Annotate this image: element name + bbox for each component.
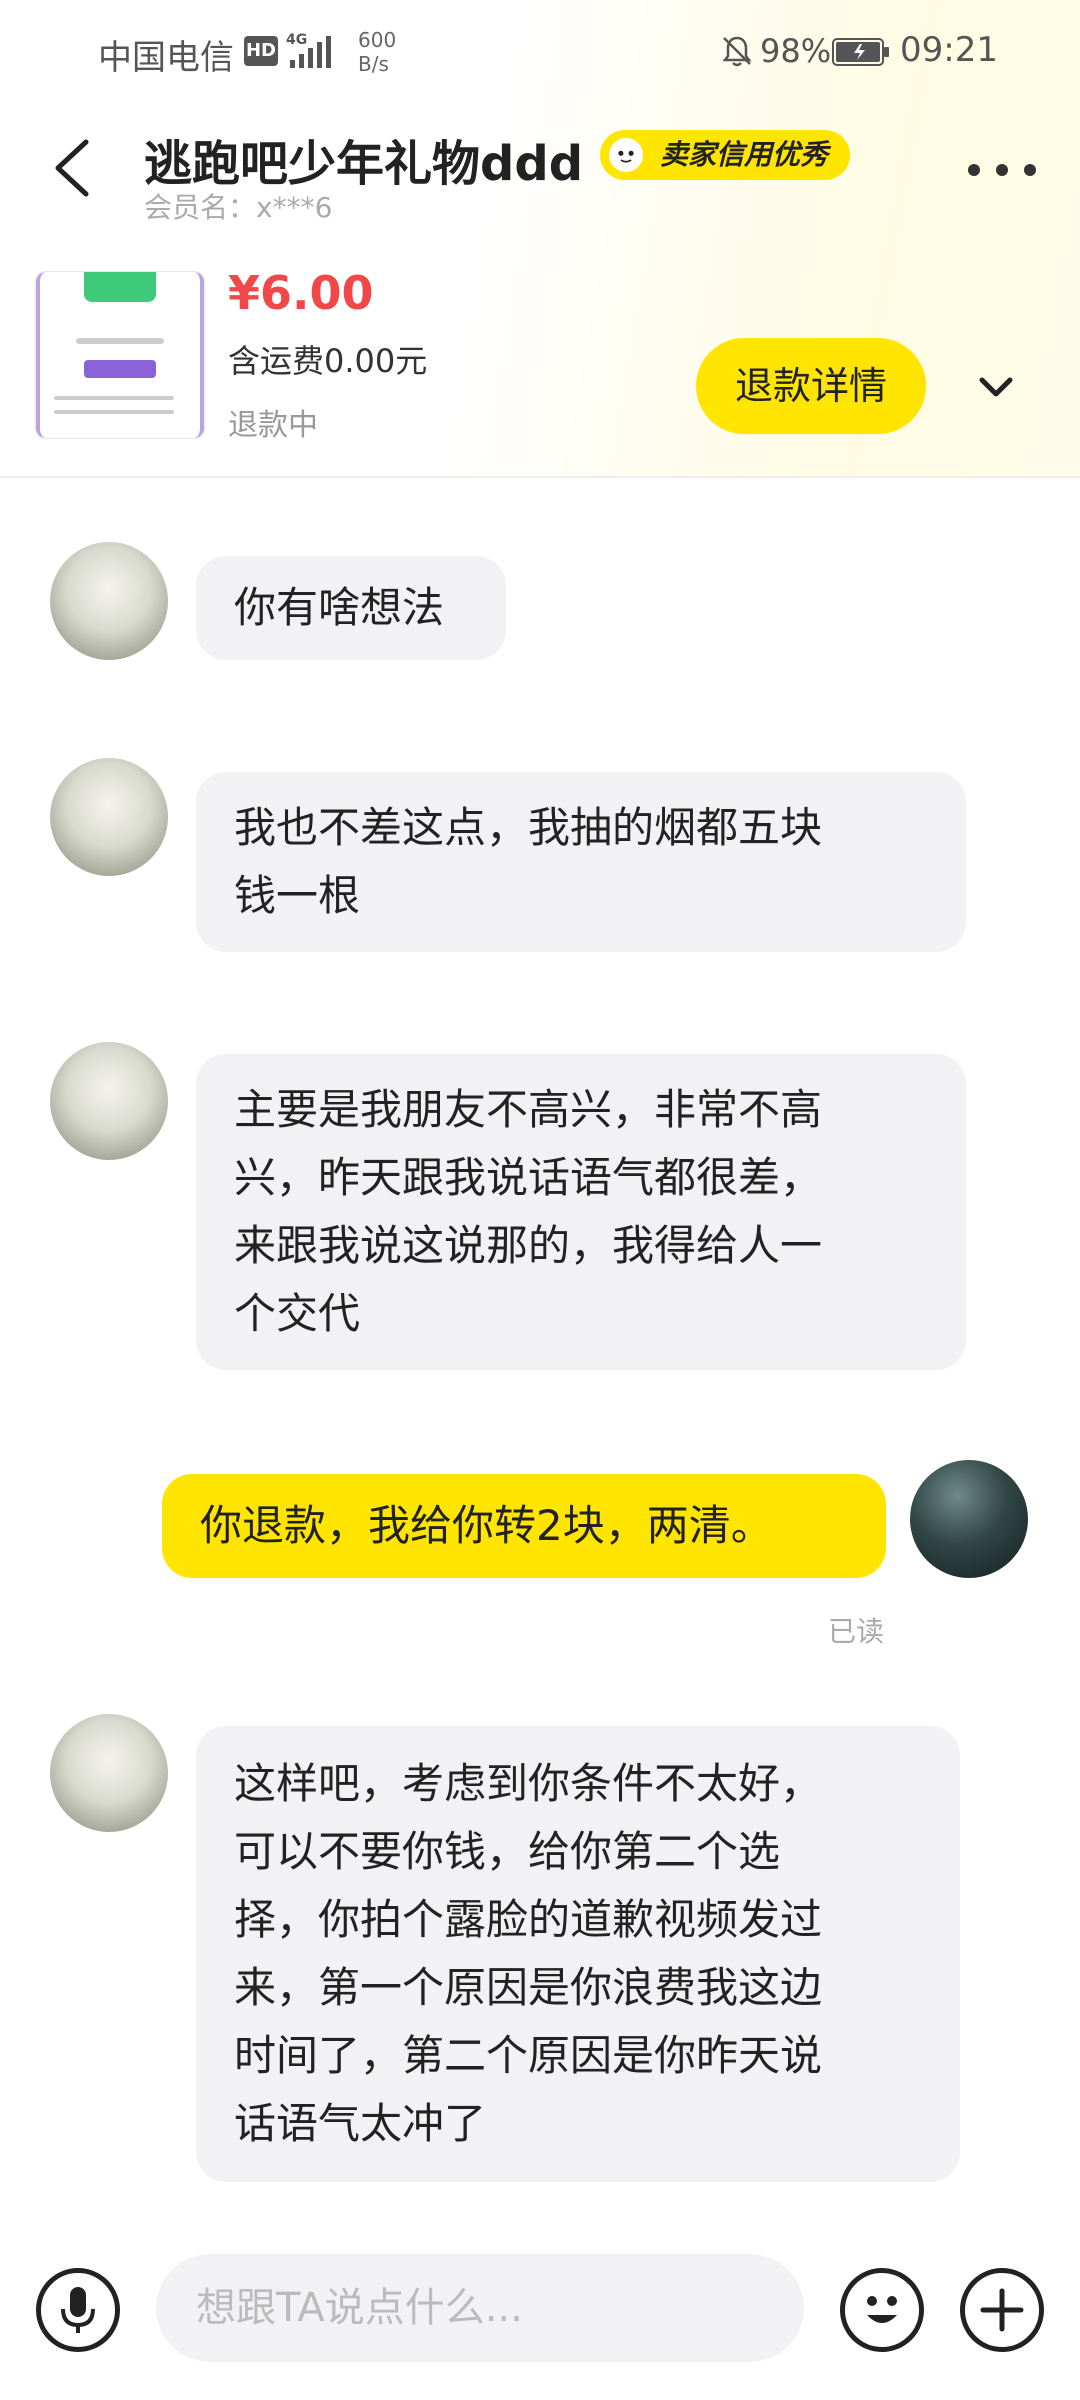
signal-icon: 4G	[286, 32, 331, 68]
message-line: 话语气太冲了	[234, 2099, 487, 2148]
clock: 09:21	[900, 30, 998, 70]
status-bar: 中国电信 HD 4G 600 B/s 98% 09:21	[0, 0, 1080, 100]
shop-name: 逃跑吧少年礼物ddd	[144, 136, 584, 192]
battery-icon	[832, 38, 889, 66]
product-thumbnail[interactable]	[36, 272, 204, 438]
message-line: 择，你拍个露脸的道歉视频发过	[234, 1895, 823, 1944]
network-speed-value: 600	[358, 28, 397, 52]
network-speed: 600 B/s	[358, 28, 418, 76]
seller-avatar[interactable]	[50, 1042, 168, 1160]
message-line: 你退款，我给你转2块，两清。	[200, 1501, 773, 1550]
message-line: 这样吧，考虑到你条件不太好，	[234, 1759, 823, 1808]
seller-avatar[interactable]	[50, 758, 168, 876]
bell-off-icon	[722, 36, 752, 67]
refund-status: 退款中	[228, 408, 318, 443]
message-line: 兴，昨天跟我说话语气都很差，	[234, 1153, 823, 1202]
message-line: 钱一根	[234, 871, 361, 920]
plus-icon[interactable]	[960, 2268, 1044, 2352]
message-bubble-incoming[interactable]: 主要是我朋友不高兴，非常不高 兴，昨天跟我说话语气都很差， 来跟我说这说那的，我…	[196, 1054, 966, 1370]
read-receipt: 已读	[828, 1615, 885, 1648]
message-line: 主要是我朋友不高兴，非常不高	[234, 1085, 823, 1134]
seller-avatar[interactable]	[50, 542, 168, 660]
network-speed-unit: B/s	[358, 52, 389, 76]
message-line: 个交代	[234, 1289, 361, 1338]
product-price: ¥6.00	[228, 266, 374, 320]
member-name: 会员名：x***6	[144, 191, 333, 224]
microphone-icon[interactable]	[36, 2268, 120, 2352]
message-bubble-incoming[interactable]: 你有啥想法	[196, 556, 506, 660]
refund-details-button[interactable]: 退款详情	[696, 338, 926, 434]
message-line: 来跟我说这说那的，我得给人一	[234, 1221, 823, 1270]
message-line: 你有啥想法	[234, 583, 445, 632]
my-avatar[interactable]	[910, 1460, 1028, 1578]
emoji-icon[interactable]	[840, 2268, 924, 2352]
battery-percent: 98%	[760, 32, 832, 70]
seller-credit-badge[interactable]: 卖家信用优秀	[600, 130, 851, 180]
chevron-down-icon[interactable]	[960, 356, 1032, 420]
message-line: 我也不差这点，我抽的烟都五块	[234, 803, 823, 852]
hd-badge: HD	[244, 36, 278, 66]
back-arrow-icon[interactable]	[50, 136, 94, 200]
message-bubble-outgoing[interactable]: 你退款，我给你转2块，两清。	[162, 1474, 886, 1578]
svg-text:4G: 4G	[286, 32, 307, 48]
more-dots-icon[interactable]	[966, 148, 1038, 192]
shipping-fee: 含运费0.00元	[228, 342, 428, 380]
message-bubble-incoming[interactable]: 我也不差这点，我抽的烟都五块 钱一根	[196, 772, 966, 952]
message-line: 时间了，第二个原因是你昨天说	[234, 2031, 823, 2080]
carrier-name: 中国电信	[98, 38, 234, 78]
seller-avatar[interactable]	[50, 1714, 168, 1832]
message-line: 来，第一个原因是你浪费我这边	[234, 1963, 823, 2012]
input-bar	[0, 2226, 1080, 2400]
message-line: 可以不要你钱，给你第二个选	[234, 1827, 781, 1876]
mascot-icon	[606, 135, 646, 175]
message-bubble-incoming[interactable]: 这样吧，考虑到你条件不太好， 可以不要你钱，给你第二个选 择，你拍个露脸的道歉视…	[196, 1726, 960, 2182]
seller-credit-label: 卖家信用优秀	[660, 138, 829, 171]
message-input[interactable]	[156, 2254, 804, 2362]
header-area: 中国电信 HD 4G 600 B/s 98% 09:21 逃跑吧少年礼物ddd …	[0, 0, 1080, 478]
